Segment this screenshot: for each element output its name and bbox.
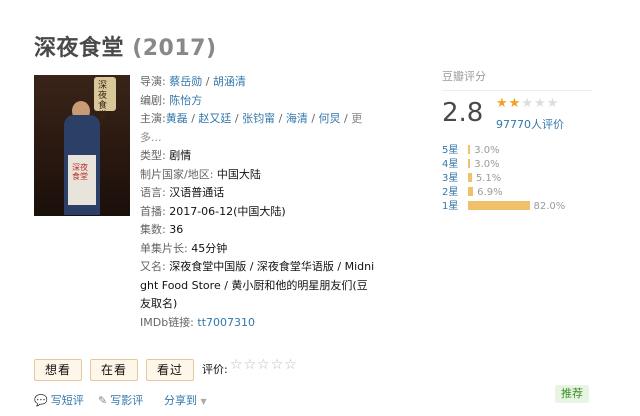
poster-image[interactable]: 深夜食堂 深夜食堂 xyxy=(34,75,130,216)
info-director: 导演: 蔡岳勋 / 胡涵清 xyxy=(140,75,246,88)
comment-icon: 💬 xyxy=(34,394,48,407)
star-outline-icon[interactable]: ☆ xyxy=(257,357,271,373)
rating-distribution-row: 4星 3.0% xyxy=(442,158,565,172)
rate-star-input[interactable]: ☆☆☆☆☆ xyxy=(230,357,298,373)
poster-apron-text: 深夜食堂 xyxy=(72,163,88,181)
rating-distribution-row: 5星 3.0% xyxy=(442,144,565,158)
title-year: (2017) xyxy=(132,36,217,61)
star-empty-icon: ★ xyxy=(546,96,560,111)
info-country: 制片国家/地区: 中国大陆 xyxy=(140,167,261,181)
title-name: 深夜食堂 xyxy=(34,36,125,61)
short-review-link[interactable]: 💬 写短评 xyxy=(34,392,84,408)
info-runtime: 单集片长: 45分钟 xyxy=(140,241,228,255)
chevron-down-icon: ▼ xyxy=(200,397,207,406)
rating-distribution-bar xyxy=(468,187,474,196)
rating-distribution-row: 2星 6.9% xyxy=(442,186,565,200)
info-episodes: 集数: 36 xyxy=(140,223,184,236)
rating-distribution-bar xyxy=(468,159,471,168)
cast-link[interactable]: 何炅 xyxy=(319,112,341,125)
info-imdb: IMDb链接: tt7007310 xyxy=(140,315,256,329)
rating-distribution-label: 4星 xyxy=(442,159,459,170)
rating-divider xyxy=(442,90,592,91)
share-menu[interactable]: 分享到 ▼ xyxy=(164,392,207,408)
rating-distribution-bar xyxy=(468,145,471,154)
cast-link[interactable]: 张钧甯 xyxy=(242,112,275,125)
director-link[interactable]: 蔡岳勋 xyxy=(169,75,202,88)
watched-button[interactable]: 看过 xyxy=(146,359,195,381)
rating-stars: ★★★★★ xyxy=(496,96,559,111)
rating-panel: 豆瓣评分 2.8 ★★★★★ 97770人评价 xyxy=(442,68,592,131)
rating-distribution-percent: 6.9% xyxy=(477,187,503,198)
rating-distribution-label: 2星 xyxy=(442,187,459,198)
imdb-link[interactable]: tt7007310 xyxy=(197,316,255,329)
rating-distribution-label: 5星 xyxy=(442,145,459,156)
info-writer: 编剧: 陈怡方 xyxy=(140,93,203,107)
rating-distribution-bar xyxy=(468,173,472,182)
star-outline-icon[interactable]: ☆ xyxy=(284,357,298,373)
want-button[interactable]: 想看 xyxy=(34,359,83,381)
rating-distribution-percent: 3.0% xyxy=(474,159,500,170)
info-language: 语言: 汉语普通话 xyxy=(140,186,225,199)
rating-title: 豆瓣评分 xyxy=(442,70,486,83)
rate-label: 评价: xyxy=(202,363,228,376)
cast-link[interactable]: 海清 xyxy=(286,112,308,125)
cast-link[interactable]: 黄磊 xyxy=(166,112,188,125)
rating-distribution-row: 3星 5.1% xyxy=(442,172,565,186)
poster-lantern-text: 深夜食堂 xyxy=(98,81,108,121)
cast-link[interactable]: 赵又廷 xyxy=(198,112,231,125)
long-review-link[interactable]: ✎ 写影评 xyxy=(98,392,143,408)
rating-score: 2.8 xyxy=(442,98,484,128)
pencil-icon: ✎ xyxy=(98,394,108,407)
rating-distribution-label: 1星 xyxy=(442,201,459,212)
writer-link[interactable]: 陈怡方 xyxy=(169,94,202,107)
info-genre: 类型: 剧情 xyxy=(140,149,192,162)
rating-distribution: 5星 3.0% 4星 3.0% 3星 5.1% 2星 6.9% 1星 82.0% xyxy=(442,144,565,214)
subject-info: 导演: 蔡岳勋 / 胡涵清 编剧: 陈怡方 主演:黄磊 / 赵又廷 / 张钧甯 … xyxy=(140,73,376,332)
info-cast: 主演:黄磊 / 赵又廷 / 张钧甯 / 海清 / 何炅 / 更多... xyxy=(140,112,363,144)
star-empty-icon: ★ xyxy=(521,96,534,111)
director-link[interactable]: 胡涵清 xyxy=(213,75,246,88)
rating-distribution-label: 3星 xyxy=(442,173,459,184)
star-icon: ★ xyxy=(496,96,509,111)
info-aka: 又名: 深夜食堂中国版 / 深夜食堂华语版 / Midnight Food St… xyxy=(140,260,375,310)
rating-distribution-percent: 82.0% xyxy=(533,201,566,212)
star-outline-icon[interactable]: ☆ xyxy=(230,357,244,373)
star-outline-icon[interactable]: ☆ xyxy=(244,357,258,373)
info-premiere: 首播: 2017-06-12(中国大陆) xyxy=(140,204,286,218)
rating-distribution-percent: 3.0% xyxy=(474,145,500,156)
star-half-icon: ★ xyxy=(508,96,522,111)
star-outline-icon[interactable]: ☆ xyxy=(271,357,285,373)
rating-distribution-bar xyxy=(468,201,530,210)
rating-distribution-row: 1星 82.0% xyxy=(442,200,565,214)
page-title: 深夜食堂 (2017) xyxy=(34,30,217,62)
rating-distribution-percent: 5.1% xyxy=(475,173,502,184)
star-empty-icon: ★ xyxy=(533,96,547,111)
watching-button[interactable]: 在看 xyxy=(90,359,139,381)
recommend-button[interactable]: 推荐 xyxy=(555,385,589,403)
rating-votes-link[interactable]: 97770人评价 xyxy=(496,116,564,132)
